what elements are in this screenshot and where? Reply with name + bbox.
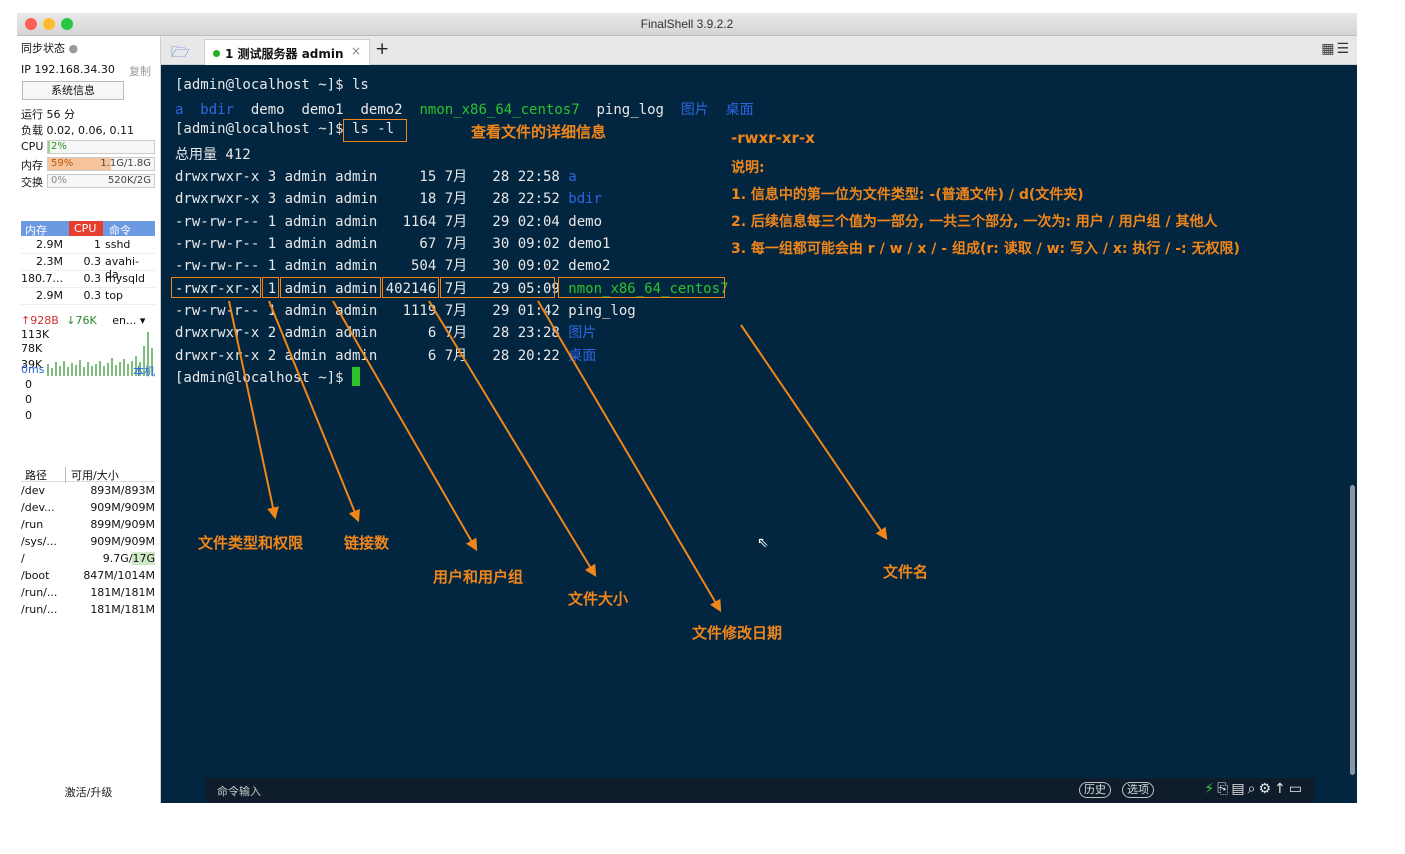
- options-button[interactable]: 选项: [1122, 782, 1154, 798]
- memory-value: 1.1G/1.8G: [100, 158, 151, 169]
- command-input-bar[interactable]: 命令输入 历史 选项 ⚡⎘▤⌕⚙↑▭: [205, 778, 1315, 803]
- ping-latency: 0ms: [21, 363, 45, 376]
- new-tab-button[interactable]: +: [375, 39, 389, 59]
- maximize-icon[interactable]: ▭: [1289, 781, 1305, 797]
- download-rate: ↓76K: [66, 314, 97, 327]
- ip-address: IP 192.168.34.30: [21, 63, 115, 76]
- terminal-scrollbar[interactable]: [1350, 485, 1355, 775]
- upload-icon[interactable]: ↑: [1274, 781, 1289, 797]
- command-input[interactable]: 命令输入: [217, 783, 261, 799]
- cpu-label: CPU: [21, 140, 44, 153]
- header-cpu-sorted[interactable]: CPU: [69, 221, 103, 236]
- lightning-icon[interactable]: ⚡: [1204, 781, 1217, 797]
- disk-row[interactable]: /boot 847M/1014M: [21, 568, 155, 584]
- ping-host[interactable]: 本机: [133, 363, 155, 379]
- header-command[interactable]: 命令: [109, 222, 131, 238]
- memory-percent: 59%: [51, 158, 74, 169]
- tab-test-server[interactable]: 1 测试服务器 admin ×: [204, 39, 370, 65]
- memory-label: 内存: [21, 159, 43, 172]
- upload-rate: ↑928B: [21, 314, 59, 327]
- annotation-arrows: [228, 300, 888, 613]
- disk-table-header: 路径 可用/大小: [21, 466, 155, 483]
- swap-usage-bar: 0% 520K/2G: [47, 174, 155, 188]
- folder-icon[interactable]: 🗁: [171, 42, 190, 67]
- process-row[interactable]: 2.9M 0.3 top: [21, 288, 155, 305]
- process-row[interactable]: 2.9M 1 sshd: [21, 237, 155, 254]
- process-row[interactable]: 180.7... 0.3 mysqld: [21, 271, 155, 288]
- sidebar: 同步状态 ● IP 192.168.34.30 复制 系统信息 运行 56 分 …: [17, 36, 161, 803]
- terminal[interactable]: [admin@localhost ~]$ ls a bdir demo demo…: [161, 65, 1357, 803]
- network-header: ↑928B ↓76K en... ▾: [21, 314, 145, 327]
- disk-row[interactable]: /run/... 181M/181M: [21, 602, 155, 618]
- swap-value: 520K/2G: [107, 175, 151, 186]
- mouse-pointer-icon: ⇖: [757, 535, 769, 551]
- uptime: 运行 56 分: [21, 108, 75, 121]
- history-button[interactable]: 历史: [1079, 782, 1111, 798]
- title-bar: FinalShell 3.9.2.2: [17, 13, 1357, 36]
- tab-label: 1 测试服务器 admin: [225, 47, 344, 61]
- tab-bar: 🗁 1 测试服务器 admin × + ▦☰: [161, 36, 1357, 65]
- connected-status-icon: [213, 50, 220, 57]
- swap-percent: 0%: [51, 175, 67, 186]
- terminal-toolbar: ⚡⎘▤⌕⚙↑▭: [1204, 781, 1305, 797]
- chevron-down-icon[interactable]: ▾: [136, 314, 146, 327]
- activate-upgrade-link[interactable]: 激活/升级: [17, 784, 160, 800]
- ping-value: 0: [25, 378, 32, 391]
- ping-value: 0: [25, 409, 32, 422]
- paste-icon[interactable]: ▤: [1231, 781, 1247, 797]
- header-mem[interactable]: 内存: [25, 222, 47, 238]
- copy-ip-link[interactable]: 复制: [129, 63, 151, 79]
- sync-status-label: 同步状态: [21, 42, 65, 55]
- sync-status-icon: ●: [68, 42, 79, 55]
- close-tab-icon[interactable]: ×: [351, 44, 361, 58]
- network-interface-select[interactable]: en...: [112, 314, 136, 327]
- load-average: 负载 0.02, 0.06, 0.11: [21, 124, 134, 137]
- ping-value: 0: [25, 393, 32, 406]
- cpu-usage-value: 2%: [51, 141, 67, 152]
- swap-label: 交换: [21, 176, 43, 189]
- copy-icon[interactable]: ⎘: [1217, 781, 1231, 797]
- disk-row[interactable]: /dev... 909M/909M: [21, 500, 155, 516]
- finalshell-window: FinalShell 3.9.2.2 同步状态 ● IP 192.168.34.…: [17, 13, 1357, 803]
- disk-row[interactable]: /run 899M/909M: [21, 517, 155, 533]
- process-table-header: 内存 CPU 命令: [21, 221, 155, 238]
- system-info-button[interactable]: 系统信息: [22, 81, 124, 100]
- gear-icon[interactable]: ⚙: [1258, 781, 1274, 797]
- cpu-usage-bar: 2%: [47, 140, 155, 154]
- disk-row[interactable]: /9.7G/17G: [21, 551, 155, 567]
- layout-toggle-icon[interactable]: ▦☰: [1321, 41, 1351, 57]
- memory-usage-bar: 59% 1.1G/1.8G: [47, 157, 155, 171]
- search-icon[interactable]: ⌕: [1248, 781, 1259, 797]
- disk-row[interactable]: /dev 893M/893M: [21, 483, 155, 499]
- disk-row[interactable]: /run/... 181M/181M: [21, 585, 155, 601]
- disk-row[interactable]: /sys/... 909M/909M: [21, 534, 155, 550]
- process-row[interactable]: 2.3M 0.3 avahi-da.: [21, 254, 155, 281]
- window-title: FinalShell 3.9.2.2: [640, 17, 734, 31]
